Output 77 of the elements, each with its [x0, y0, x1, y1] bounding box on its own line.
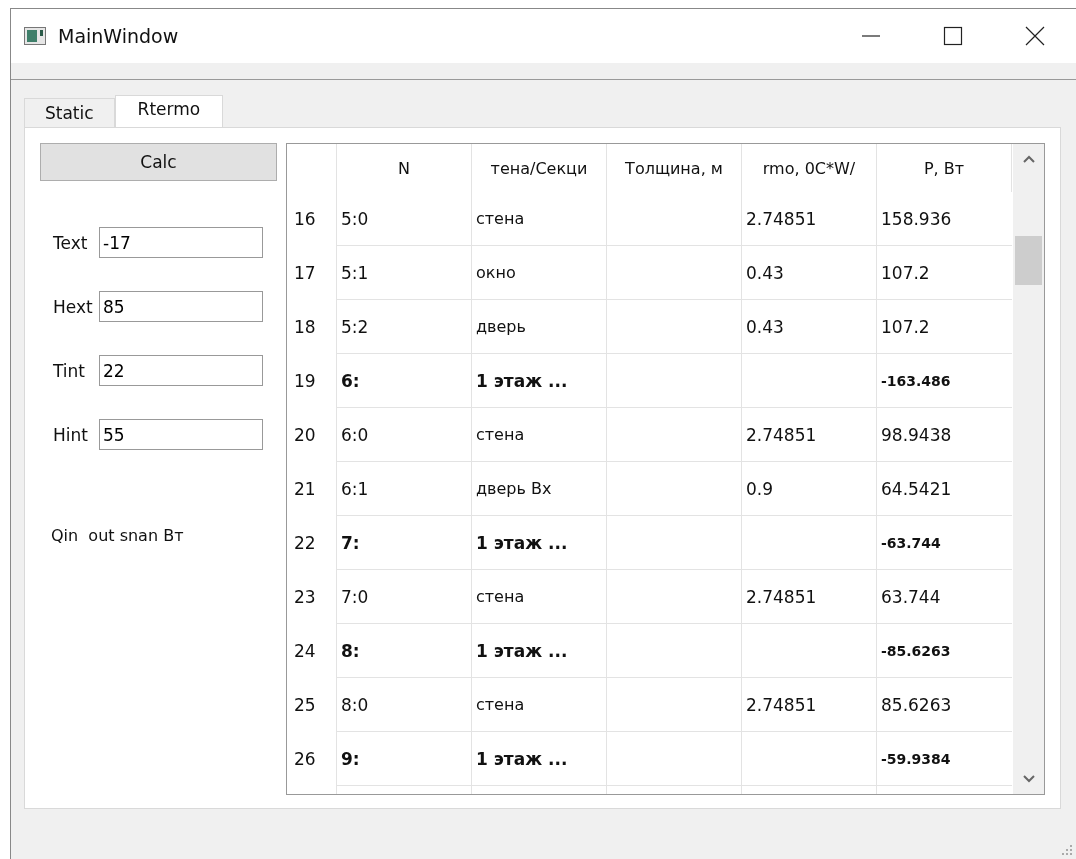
table-cell: стена	[472, 570, 607, 624]
table-cell: 1 этаж ...	[472, 516, 607, 570]
row-number: 23	[287, 570, 337, 624]
window-title: MainWindow	[58, 25, 179, 47]
table-cell: 98.9438	[877, 408, 1012, 462]
table-cell: 8:	[337, 624, 472, 678]
table-cell: стена	[472, 408, 607, 462]
input-field[interactable]: 22	[99, 355, 263, 386]
table-cell: 158.936	[877, 192, 1012, 246]
scroll-up-icon[interactable]	[1021, 154, 1036, 164]
row-number: 16	[287, 192, 337, 246]
calc-button[interactable]: Calc	[40, 143, 277, 181]
table-cell: 1 этаж ...	[472, 624, 607, 678]
column-header[interactable]: N	[337, 144, 472, 192]
maximize-icon[interactable]	[943, 26, 963, 46]
column-header[interactable]: Толщина, м	[607, 144, 742, 192]
table-cell: дверь Вх	[472, 462, 607, 516]
input-field[interactable]: 55	[99, 419, 263, 450]
table-cell: 0.9	[742, 462, 877, 516]
resize-grip-icon[interactable]	[1062, 845, 1072, 855]
field-label: Hext	[53, 296, 94, 317]
table-cell: 107.2	[877, 300, 1012, 354]
table-cell: 5:1	[337, 246, 472, 300]
input-field[interactable]: -17	[99, 227, 263, 258]
table-cell: 7:0	[337, 570, 472, 624]
field-label: Hint	[53, 424, 89, 445]
table-cell: -85.6263	[877, 624, 1012, 678]
row-number: 17	[287, 246, 337, 300]
tab[interactable]: Static	[24, 98, 115, 127]
table-cell: 85.6263	[877, 678, 1012, 732]
table-cell: 5:0	[337, 192, 472, 246]
input-field[interactable]: 85	[99, 291, 263, 322]
row-number: 21	[287, 462, 337, 516]
row-number: 18	[287, 300, 337, 354]
table-cell: 2.74851	[742, 570, 877, 624]
table-cell: 1 этаж ...	[472, 354, 607, 408]
table-cell: 6:	[337, 354, 472, 408]
table-cell: 8:0	[337, 678, 472, 732]
table-cell: стена	[472, 678, 607, 732]
row-number: 19	[287, 354, 337, 408]
app-icon	[24, 27, 46, 45]
row-number: 26	[287, 732, 337, 786]
row-number: 25	[287, 678, 337, 732]
row-number: 24	[287, 624, 337, 678]
table-cell: -163.486	[877, 354, 1012, 408]
table-cell: дверь	[472, 300, 607, 354]
result-label: Qin out snan Вт	[50, 526, 185, 545]
column-header[interactable]: тена/Секци	[472, 144, 607, 192]
scrollbar[interactable]	[1013, 144, 1044, 794]
table-cell: стена	[472, 192, 607, 246]
table-cell: 1 этаж ...	[472, 732, 607, 786]
table-cell: 6:0	[337, 408, 472, 462]
table-cell: -59.9384	[877, 732, 1012, 786]
table-cell: 6:1	[337, 462, 472, 516]
row-number: 20	[287, 408, 337, 462]
table-cell: 5:2	[337, 300, 472, 354]
row-number: 22	[287, 516, 337, 570]
table-cell: 2.74851	[742, 192, 877, 246]
close-icon[interactable]	[1025, 26, 1045, 46]
field-label: Text	[53, 232, 89, 253]
scroll-down-icon[interactable]	[1021, 774, 1036, 784]
table-cell: 64.5421	[877, 462, 1012, 516]
table-cell: -63.744	[877, 516, 1012, 570]
table-cell: 63.744	[877, 570, 1012, 624]
column-header[interactable]: rmo, 0C*W/	[742, 144, 877, 192]
table-cell: 0.43	[742, 246, 877, 300]
field-label: Tint	[53, 360, 87, 381]
table-cell: 2.74851	[742, 408, 877, 462]
column-header[interactable]: P, Вт	[877, 144, 1012, 192]
table-cell: окно	[472, 246, 607, 300]
table-cell: 107.2	[877, 246, 1012, 300]
table-cell: 7:	[337, 516, 472, 570]
table-cell: 2.74851	[742, 678, 877, 732]
scrollbar-thumb[interactable]	[1015, 236, 1042, 285]
table-cell: 9:	[337, 732, 472, 786]
tab[interactable]: Rtermo	[114, 95, 224, 127]
table-cell: 0.43	[742, 300, 877, 354]
